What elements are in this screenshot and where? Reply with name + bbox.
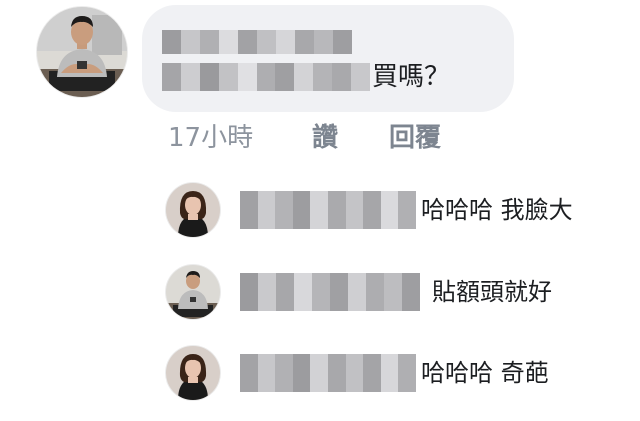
commenter-avatar[interactable] xyxy=(37,7,127,97)
man-avatar-icon xyxy=(166,265,220,319)
man-avatar-icon xyxy=(37,7,127,97)
blurred-name xyxy=(240,191,416,229)
blurred-text xyxy=(162,63,370,91)
blurred-name xyxy=(240,273,420,311)
comment-timestamp[interactable]: 17小時 xyxy=(168,118,253,158)
comment-thread: 買嗎？ 17小時 讚 回覆 哈哈哈 我臉大 貼額頭就好 哈哈哈 奇葩 xyxy=(0,0,640,421)
woman-avatar-icon xyxy=(166,346,220,400)
blurred-name xyxy=(240,354,416,392)
reply-text: 哈哈哈 奇葩 xyxy=(421,359,549,387)
comment-text: 買嗎？ xyxy=(372,62,451,92)
reply-item: 哈哈哈 我臉大 xyxy=(0,183,640,239)
reply-avatar[interactable] xyxy=(166,265,220,319)
reply-item: 哈哈哈 奇葩 xyxy=(0,346,640,402)
like-button[interactable]: 讚 xyxy=(312,118,338,158)
woman-avatar-icon xyxy=(166,183,220,237)
reply-item: 貼額頭就好 xyxy=(0,265,640,321)
reply-text: 哈哈哈 我臉大 xyxy=(421,196,573,224)
reply-button[interactable]: 回覆 xyxy=(389,118,441,158)
comment-bubble xyxy=(142,5,514,112)
blurred-name xyxy=(162,30,352,54)
reply-avatar[interactable] xyxy=(166,183,220,237)
reply-text: 貼額頭就好 xyxy=(432,278,552,306)
reply-avatar[interactable] xyxy=(166,346,220,400)
